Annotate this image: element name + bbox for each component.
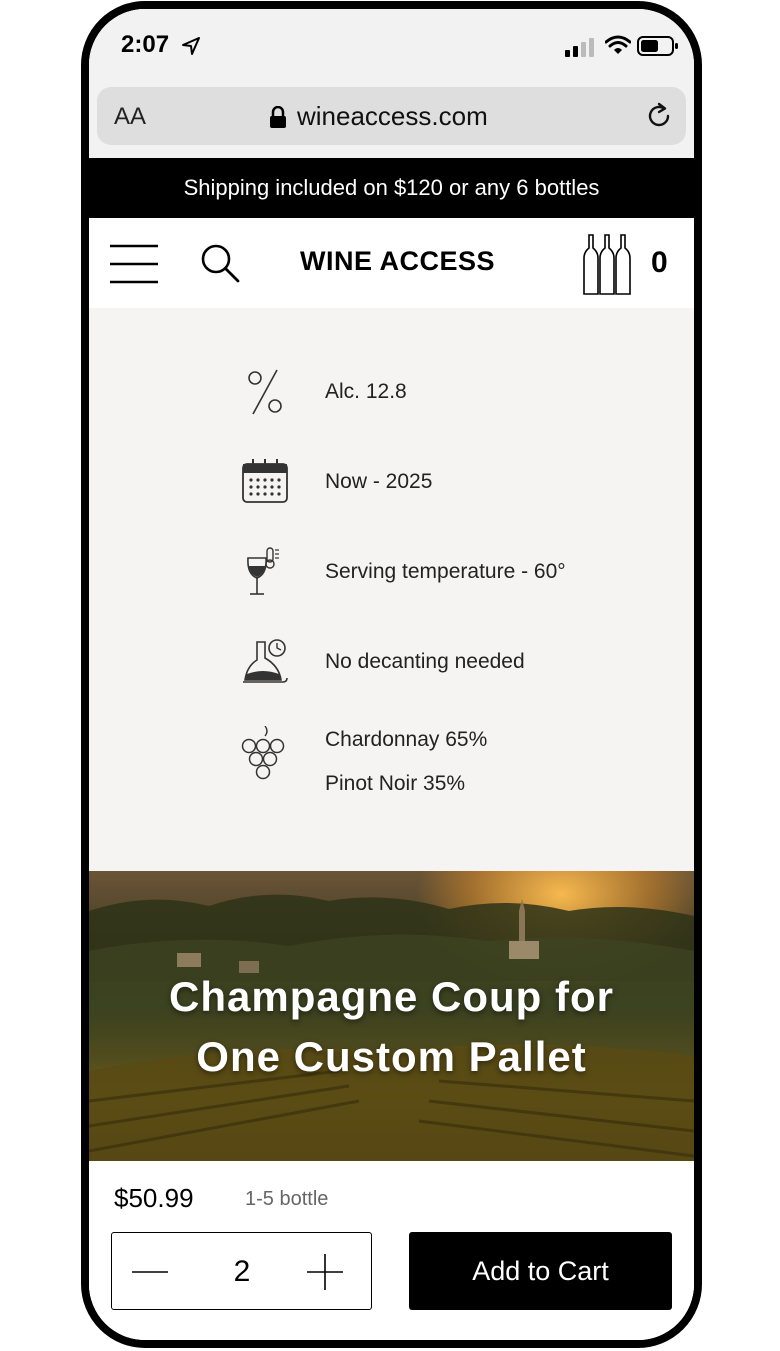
hamburger-menu-icon[interactable] [109,244,159,284]
detail-grapes: Chardonnay 65% Pinot Noir 35% [239,726,487,795]
screen: 2:07 AA wineaccess.com Shipping included… [89,9,694,1340]
add-to-cart-label: Add to Cart [472,1255,609,1286]
percent-icon [248,369,282,415]
hero-title: Champagne Coup for One Custom Pallet [89,967,694,1087]
status-time: 2:07 [121,31,170,58]
hero-title-line: One Custom Pallet [196,1033,587,1080]
detail-serving-temperature: Serving temperature - 60° [239,546,566,598]
lock-icon [270,105,286,128]
hero-title-line: Champagne Coup for [169,973,614,1020]
detail-text: Alc. 12.8 [325,380,407,403]
detail-text: Chardonnay 65% [325,728,488,751]
detail-text-secondary: Pinot Noir 35% [325,772,466,795]
quantity-value[interactable]: 2 [217,1255,267,1289]
cellular-signal-icon [565,38,594,57]
url-text: wineaccess.com [297,101,488,131]
shipping-banner-text: Shipping included on $120 or any 6 bottl… [183,175,600,200]
detail-alcohol: Alc. 12.8 [239,366,407,418]
brand-logo[interactable]: WINE ACCESS [300,246,495,277]
site-header: WINE ACCESS 0 [89,218,694,308]
detail-decanting: No decanting needed [239,636,525,688]
wifi-icon [605,35,631,54]
cart-count[interactable]: 0 [651,246,668,280]
cart-bottles-icon[interactable] [581,232,635,296]
phone-frame: 2:07 AA wineaccess.com Shipping included… [81,1,702,1348]
decanter-icon [243,639,288,683]
battery-icon [637,36,678,56]
reload-icon[interactable] [644,101,674,131]
price: $50.99 [114,1183,194,1213]
add-to-cart-button[interactable]: Add to Cart [409,1232,672,1310]
text-size-button[interactable]: AA [114,103,146,131]
purchase-panel: $50.99 1-5 bottle 2 Add to Cart [89,1161,694,1340]
search-icon[interactable] [199,242,241,284]
calendar-icon [242,459,288,503]
detail-text: Serving temperature - 60° [325,560,566,583]
detail-text: No decanting needed [325,650,525,673]
plus-icon[interactable] [305,1253,345,1291]
detail-text: Now - 2025 [325,470,433,493]
shipping-banner: Shipping included on $120 or any 6 bottl… [89,158,694,218]
quantity-stepper: 2 [111,1232,372,1310]
location-arrow-icon [182,37,200,55]
status-bar: 2:07 [89,9,694,81]
wine-details: Alc. 12.8 Now - 2025 Serving temperature… [89,308,694,871]
wine-glass-thermometer-icon [247,547,279,595]
minus-icon[interactable] [130,1253,170,1291]
price-note: 1-5 bottle [245,1188,329,1210]
detail-drinking-window: Now - 2025 [239,456,432,508]
address-field[interactable]: wineaccess.com [269,101,488,132]
hero-banner[interactable]: Champagne Coup for One Custom Pallet [89,871,694,1161]
grapes-icon [241,726,285,780]
browser-url-bar[interactable]: AA wineaccess.com [97,87,686,145]
